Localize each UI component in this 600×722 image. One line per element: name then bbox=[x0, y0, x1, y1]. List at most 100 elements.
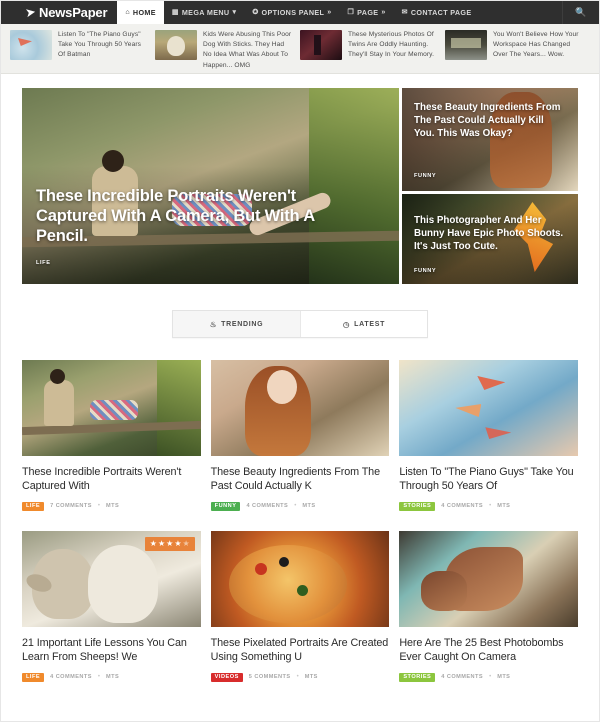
category-badge[interactable]: LIFE bbox=[22, 501, 45, 512]
article-thumbnail-image[interactable] bbox=[22, 360, 201, 456]
hero-side-story-2[interactable]: This Photographer And Her Bunny Have Epi… bbox=[402, 194, 578, 284]
decorative-foliage bbox=[156, 360, 201, 456]
author-name: MTS bbox=[106, 674, 120, 681]
ticker-thumbnail-image bbox=[155, 30, 197, 60]
decorative-paper-plane bbox=[485, 427, 512, 439]
hero-main-category[interactable]: LIFE bbox=[36, 260, 51, 266]
grid-icon: ▦ bbox=[171, 9, 179, 16]
content-tabs: ♨ TRENDING ◷ LATEST bbox=[172, 310, 428, 338]
content-wrap: These Incredible Portraits Weren't Captu… bbox=[0, 88, 600, 683]
ticker-item-title: These Mysterious Photos Of Twins Are Odd… bbox=[348, 31, 435, 59]
article-meta: LIFE 4 COMMENTS • MTS bbox=[22, 672, 201, 683]
article-title[interactable]: Here Are The 25 Best Photobombs Ever Cau… bbox=[399, 636, 578, 665]
ticker-item[interactable]: These Mysterious Photos Of Twins Are Odd… bbox=[300, 30, 445, 61]
comment-count: 7 COMMENTS bbox=[50, 503, 92, 510]
article-card[interactable]: Here Are The 25 Best Photobombs Ever Cau… bbox=[399, 531, 578, 683]
article-title[interactable]: These Incredible Portraits Weren't Captu… bbox=[22, 465, 201, 494]
nav-item-page[interactable]: ❐ PAGE » bbox=[340, 0, 394, 24]
article-title[interactable]: These Beauty Ingredients From The Past C… bbox=[211, 465, 390, 494]
nav-item-contact-page[interactable]: ✉ CONTACT PAGE bbox=[394, 0, 480, 24]
comment-count: 4 COMMENTS bbox=[246, 503, 289, 510]
decorative-claw bbox=[421, 571, 468, 612]
comment-count: 4 COMMENTS bbox=[50, 674, 92, 681]
hero-side-story-1[interactable]: These Beauty Ingredients From The Past C… bbox=[402, 88, 578, 191]
site-brand[interactable]: ➤ NewsPaper bbox=[0, 0, 117, 24]
decorative-dress bbox=[90, 400, 138, 420]
meta-separator: • bbox=[489, 674, 492, 681]
article-card[interactable]: Listen To "The Piano Guys" Take You Thro… bbox=[399, 360, 578, 512]
category-badge[interactable]: LIFE bbox=[22, 672, 45, 683]
ticker-item-title: Listen To "The Piano Guys" Take You Thro… bbox=[58, 31, 142, 59]
decorative-goat bbox=[88, 545, 158, 624]
gear-icon: ✪ bbox=[252, 9, 259, 16]
tab-trending-label: TRENDING bbox=[221, 320, 264, 328]
nav-item-contact-page-label: CONTACT PAGE bbox=[410, 7, 472, 17]
article-thumbnail-image[interactable] bbox=[210, 531, 390, 628]
star-icon-empty: ★ bbox=[182, 539, 190, 549]
hero-side-category-1[interactable]: FUNNY bbox=[414, 173, 436, 179]
nav-item-home[interactable]: ⌂ HOME bbox=[117, 0, 164, 24]
nav-item-mega-menu[interactable]: ▦ MEGA MENU ▾ bbox=[164, 0, 244, 24]
comment-count: 4 COMMENTS bbox=[441, 503, 484, 510]
article-card[interactable]: ★ ★ ★ ★ ★ 21 Important Life Lessons You … bbox=[22, 531, 201, 683]
article-thumbnail-image[interactable] bbox=[399, 360, 578, 456]
star-rating-badge: ★ ★ ★ ★ ★ bbox=[144, 537, 195, 552]
paper-plane-icon: ➤ bbox=[25, 5, 37, 20]
article-card[interactable]: These Incredible Portraits Weren't Captu… bbox=[22, 360, 201, 512]
decorative-pizza bbox=[228, 545, 347, 624]
comment-count: 4 COMMENTS bbox=[441, 674, 484, 681]
article-title[interactable]: These Pixelated Portraits Are Created Us… bbox=[211, 636, 390, 665]
home-icon: ⌂ bbox=[125, 8, 130, 16]
article-thumbnail-image[interactable]: ★ ★ ★ ★ ★ bbox=[22, 531, 201, 628]
featured-hero: These Incredible Portraits Weren't Captu… bbox=[22, 88, 578, 284]
category-badge[interactable]: VIDEOS bbox=[210, 672, 243, 683]
star-icon: ★ bbox=[149, 539, 157, 549]
search-icon: 🔍 bbox=[575, 6, 587, 17]
article-meta: LIFE 7 COMMENTS • MTS bbox=[22, 501, 201, 512]
article-thumbnail-image[interactable] bbox=[399, 531, 578, 628]
ticker-item[interactable]: Kids Were Abusing This Poor Dog With Sti… bbox=[155, 30, 300, 71]
category-badge[interactable]: STORIES bbox=[399, 672, 436, 683]
ticker-item[interactable]: You Won't Believe How Your Workspace Has… bbox=[445, 30, 590, 61]
ticker-thumbnail-image bbox=[10, 30, 52, 60]
ticker-item-title: Kids Were Abusing This Poor Dog With Sti… bbox=[203, 31, 292, 69]
meta-separator: • bbox=[296, 674, 299, 681]
brand-label: NewsPaper bbox=[39, 4, 108, 20]
search-button[interactable]: 🔍 bbox=[562, 0, 600, 24]
hero-side-title-1: These Beauty Ingredients From The Past C… bbox=[414, 102, 561, 139]
ticker-item[interactable]: Listen To "The Piano Guys" Take You Thro… bbox=[10, 30, 155, 61]
article-card[interactable]: These Pixelated Portraits Are Created Us… bbox=[210, 531, 390, 683]
meta-separator: • bbox=[97, 674, 101, 681]
decorative-head bbox=[102, 150, 124, 172]
nav-item-home-label: HOME bbox=[132, 7, 156, 17]
category-badge[interactable]: FUNNY bbox=[210, 501, 241, 512]
nav-item-mega-menu-label: MEGA MENU bbox=[181, 7, 230, 17]
author-name: MTS bbox=[304, 674, 318, 681]
decorative-paper-plane bbox=[455, 404, 482, 417]
star-icon: ★ bbox=[157, 539, 166, 549]
hero-side-category-2[interactable]: FUNNY bbox=[414, 268, 436, 274]
tab-latest[interactable]: ◷ LATEST bbox=[300, 311, 427, 337]
tab-trending[interactable]: ♨ TRENDING bbox=[173, 311, 300, 337]
hero-main-story[interactable]: These Incredible Portraits Weren't Captu… bbox=[22, 88, 399, 284]
star-icon: ★ bbox=[166, 539, 174, 549]
news-ticker: Listen To "The Piano Guys" Take You Thro… bbox=[0, 24, 600, 74]
comment-count: 5 COMMENTS bbox=[248, 674, 291, 681]
ticker-thumbnail-image bbox=[300, 30, 342, 60]
article-title[interactable]: Listen To "The Piano Guys" Take You Thro… bbox=[399, 465, 578, 494]
article-title[interactable]: 21 Important Life Lessons You Can Learn … bbox=[22, 636, 201, 665]
author-name: MTS bbox=[106, 503, 120, 510]
nav-item-options-panel[interactable]: ✪ OPTIONS PANEL » bbox=[244, 0, 339, 24]
top-navbar: ➤ NewsPaper ⌂ HOME ▦ MEGA MENU ▾ ✪ OPTIO… bbox=[0, 0, 600, 24]
meta-separator: • bbox=[489, 503, 492, 510]
decorative-topping bbox=[254, 563, 267, 576]
category-badge[interactable]: STORIES bbox=[399, 501, 436, 512]
decorative-paper-plane bbox=[477, 376, 506, 390]
tab-latest-label: LATEST bbox=[354, 320, 386, 328]
article-card[interactable]: These Beauty Ingredients From The Past C… bbox=[210, 360, 390, 512]
chevron-right-icon: » bbox=[327, 8, 332, 16]
meta-separator: • bbox=[294, 503, 297, 510]
article-thumbnail-image[interactable] bbox=[210, 360, 390, 456]
article-meta: STORIES 4 COMMENTS • MTS bbox=[399, 501, 578, 512]
